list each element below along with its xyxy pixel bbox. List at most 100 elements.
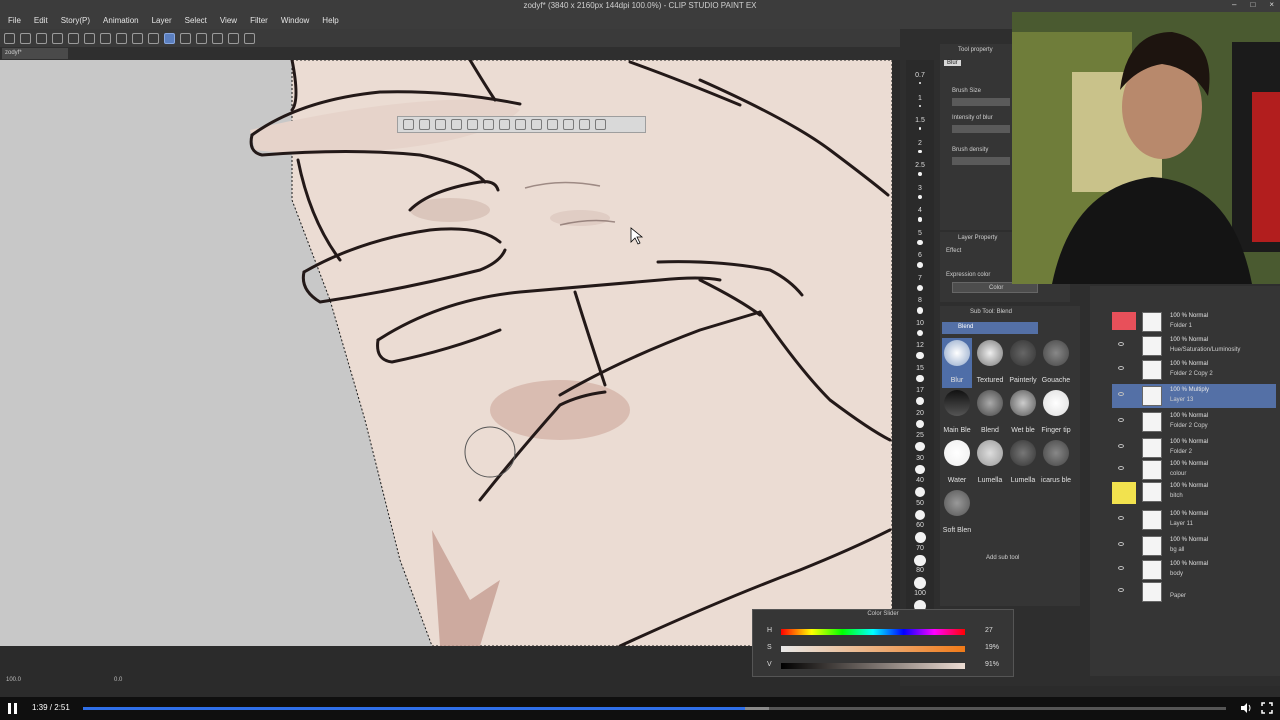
toolbar-icon-5[interactable] [467, 119, 478, 130]
brush-size-preset[interactable] [914, 577, 926, 589]
settings-icon[interactable] [228, 32, 239, 44]
subtool-icon[interactable] [1010, 440, 1036, 466]
toolbar-icon-8[interactable] [515, 119, 526, 130]
brush-size-preset[interactable] [918, 149, 922, 153]
brush-size-preset[interactable] [914, 554, 926, 566]
hue-value[interactable]: 27 [985, 627, 993, 634]
show-selection-icon[interactable] [164, 32, 175, 44]
subtool-icon[interactable] [977, 340, 1003, 366]
menu-edit[interactable]: Edit [34, 16, 48, 25]
add-sub-tool-button[interactable]: Add sub tool [986, 555, 1019, 561]
brush-size-preset[interactable] [919, 82, 921, 84]
eye-icon[interactable] [1118, 566, 1124, 570]
canvas[interactable] [0, 60, 892, 646]
layer-row[interactable]: 100 % Normal Folder 1 [1112, 310, 1276, 334]
eye-icon[interactable] [1118, 588, 1124, 592]
menu-animation[interactable]: Animation [103, 16, 139, 25]
brush-size-preset[interactable] [915, 419, 925, 429]
hue-slider[interactable] [781, 629, 965, 635]
deselect-icon[interactable] [132, 32, 143, 44]
open-file-icon[interactable] [20, 32, 31, 44]
layer-row[interactable]: 100 % Normal bg all [1112, 534, 1276, 558]
brush-size-preset[interactable] [916, 307, 924, 314]
subtool-icon[interactable] [1010, 340, 1036, 366]
toolbar-icon-1[interactable] [403, 119, 414, 130]
eye-icon[interactable] [1118, 418, 1124, 422]
subtool-icon[interactable] [1043, 340, 1069, 366]
layer-row[interactable]: 100 % Multiply Layer 13 [1112, 384, 1276, 408]
grid-snap-icon[interactable] [212, 32, 223, 44]
subtool-icon[interactable] [1043, 440, 1069, 466]
menu-view[interactable]: View [220, 16, 237, 25]
menu-file[interactable]: File [8, 16, 21, 25]
value-slider[interactable] [781, 663, 965, 669]
subtool-label[interactable]: Finger tip [1036, 427, 1076, 434]
brush-size-preset[interactable] [917, 217, 923, 222]
menu-filter[interactable]: Filter [250, 16, 268, 25]
save-icon[interactable] [36, 32, 47, 44]
brush-size-preset[interactable] [916, 329, 924, 337]
brush-size-preset[interactable] [918, 127, 922, 130]
menu-layer[interactable]: Layer [152, 16, 172, 25]
layer-row[interactable]: 100 % Normal bitch [1112, 480, 1276, 504]
brush-size-preset[interactable] [914, 532, 926, 543]
layer-row[interactable]: 100 % Normal Folder 2 Copy [1112, 410, 1276, 434]
zoom-value[interactable]: 100.0 [6, 677, 21, 683]
subtool-icon[interactable] [977, 390, 1003, 416]
subtool-icon[interactable] [1010, 390, 1036, 416]
sub-tool-group-tab[interactable]: Blend [942, 322, 1038, 334]
companion-icon[interactable] [244, 32, 255, 44]
brush-size-preset[interactable] [915, 464, 925, 475]
menu-window[interactable]: Window [281, 16, 309, 25]
subtool-label[interactable]: Gouache [1036, 377, 1076, 384]
saturation-slider[interactable] [781, 646, 965, 652]
toolbar-icon-12[interactable] [579, 119, 590, 130]
brush-size-preset[interactable] [916, 352, 924, 360]
subtool-icon[interactable] [1043, 390, 1069, 416]
pause-icon[interactable] [8, 703, 18, 714]
invert-selection-icon[interactable] [148, 32, 159, 44]
maximize-icon[interactable]: □ [1250, 0, 1255, 9]
fill-icon[interactable] [100, 32, 111, 44]
menu-help[interactable]: Help [322, 16, 338, 25]
layer-row[interactable]: 100 % Normal Folder 2 [1112, 436, 1276, 460]
subtool-icon[interactable] [944, 390, 970, 416]
brush-size-preset[interactable] [916, 284, 924, 291]
subtool-icon[interactable] [944, 490, 970, 516]
layer-row[interactable]: 100 % Normal Hue/Saturation/Luminosity [1112, 334, 1276, 358]
redo-icon[interactable] [68, 32, 79, 44]
saturation-value[interactable]: 19% [985, 644, 999, 651]
canvas-tab[interactable]: zodyf* [2, 48, 68, 59]
brush-size-preset[interactable] [915, 397, 925, 406]
layer-row[interactable]: 100 % Normal colour [1112, 458, 1276, 482]
video-progress-bar[interactable] [83, 707, 1226, 710]
volume-icon[interactable] [1240, 702, 1252, 714]
brush-size-preset[interactable] [917, 194, 923, 199]
ruler-snap-icon[interactable] [180, 32, 191, 44]
toolbar-icon-13[interactable] [595, 119, 606, 130]
brush-size-preset[interactable] [914, 509, 926, 521]
toolbar-icon-3[interactable] [435, 119, 446, 130]
new-file-icon[interactable] [4, 32, 15, 44]
subtool-icon[interactable] [944, 440, 970, 466]
layer-row[interactable]: 100 % Normal body [1112, 558, 1276, 582]
toolbar-icon-2[interactable] [419, 119, 430, 130]
special-ruler-snap-icon[interactable] [196, 32, 207, 44]
rotation-value[interactable]: 0.0 [114, 677, 122, 683]
toolbar-icon-7[interactable] [499, 119, 510, 130]
eye-icon[interactable] [1118, 516, 1124, 520]
eye-icon[interactable] [1118, 444, 1124, 448]
brush-size-preset[interactable] [916, 374, 924, 383]
brush-size-preset[interactable] [915, 442, 925, 452]
brush-size-preset[interactable] [914, 487, 926, 498]
brush-size-slider[interactable] [952, 98, 1010, 106]
brush-size-preset[interactable] [918, 104, 922, 107]
toolbar-icon-11[interactable] [563, 119, 574, 130]
eye-icon[interactable] [1118, 342, 1124, 346]
minimize-icon[interactable]: – [1232, 0, 1236, 9]
fullscreen-icon[interactable] [1261, 702, 1273, 714]
brush-size-preset[interactable] [917, 239, 923, 245]
undo-icon[interactable] [52, 32, 63, 44]
close-icon[interactable]: × [1269, 0, 1274, 9]
eye-icon[interactable] [1118, 542, 1124, 546]
